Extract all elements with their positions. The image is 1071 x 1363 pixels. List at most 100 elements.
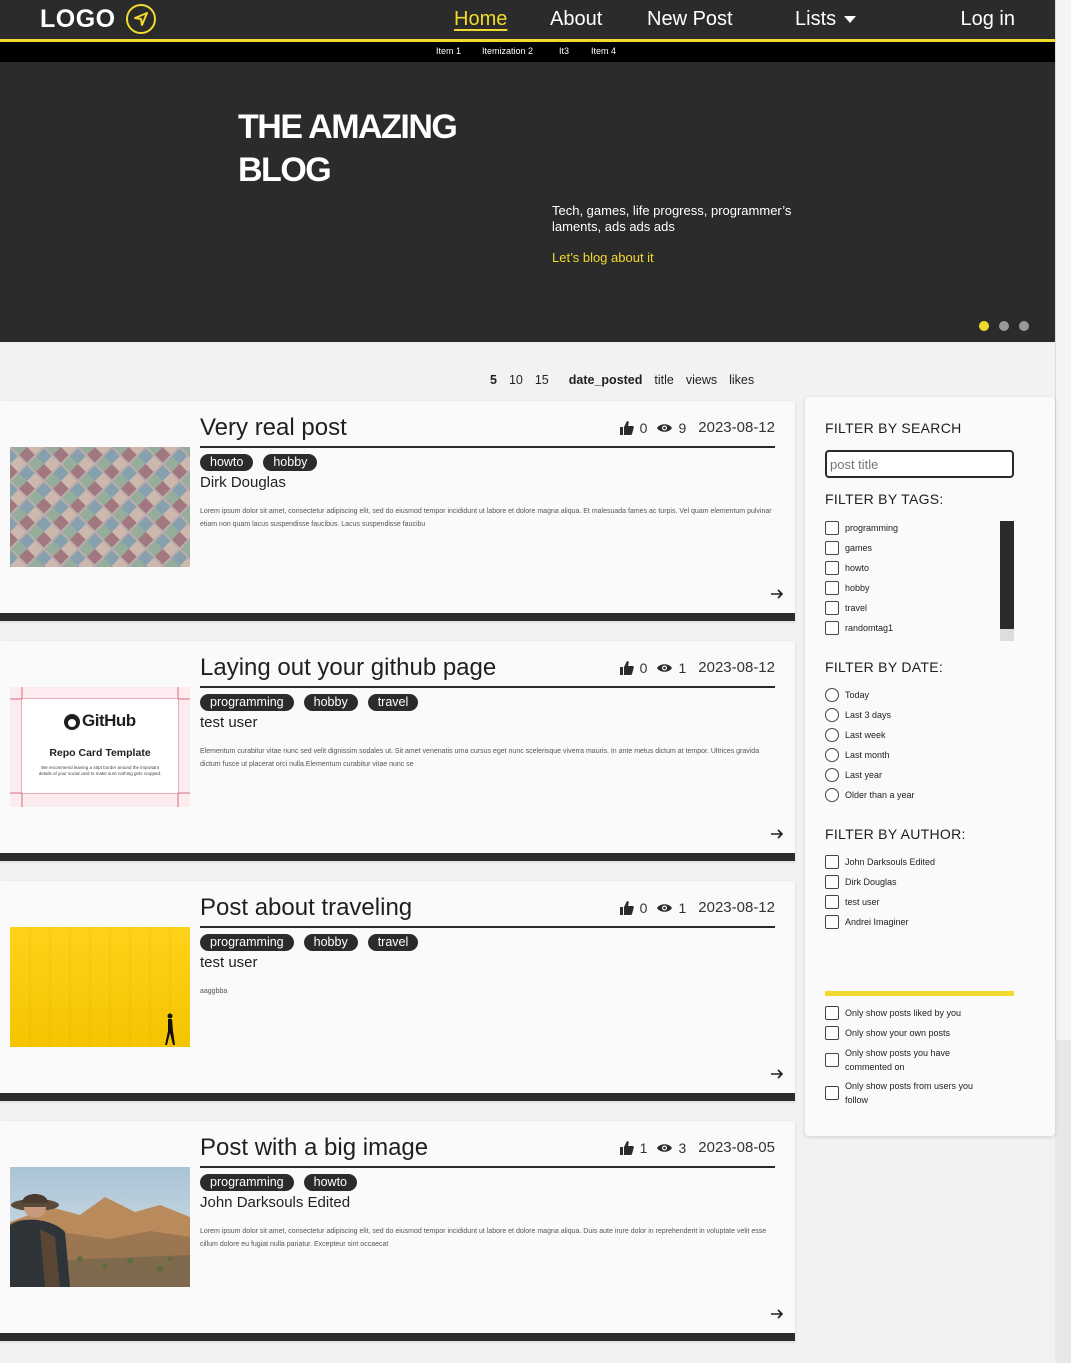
nav-lists-dropdown[interactable]: Lists bbox=[795, 8, 857, 31]
checkbox[interactable] bbox=[825, 915, 839, 929]
checkbox[interactable] bbox=[825, 1026, 839, 1040]
checkbox[interactable] bbox=[825, 561, 839, 575]
carousel-dot-1[interactable] bbox=[979, 321, 989, 331]
post-card[interactable]: Post about traveling 0 1 2023-08-12 prog… bbox=[0, 881, 795, 1101]
checkbox[interactable] bbox=[825, 621, 839, 635]
thumbs-up-icon[interactable] bbox=[619, 900, 634, 915]
post-author[interactable]: Dirk Douglas bbox=[200, 474, 286, 491]
date-radio-last-week[interactable]: Last week bbox=[825, 728, 886, 742]
nav-home[interactable]: Home bbox=[454, 8, 507, 31]
date-radio-older[interactable]: Older than a year bbox=[825, 788, 915, 802]
thumbs-up-icon[interactable] bbox=[619, 420, 634, 435]
checkbox[interactable] bbox=[825, 1006, 839, 1020]
sort-title[interactable]: title bbox=[654, 373, 673, 387]
checkbox[interactable] bbox=[825, 1053, 839, 1067]
date-radio-last-month[interactable]: Last month bbox=[825, 748, 890, 762]
subnav-item-3[interactable]: It3 bbox=[559, 46, 569, 56]
nav-about[interactable]: About bbox=[550, 8, 602, 31]
date-radio-today[interactable]: Today bbox=[825, 688, 869, 702]
subnav-item-1[interactable]: Item 1 bbox=[436, 46, 461, 56]
carousel-dot-3[interactable] bbox=[1019, 321, 1029, 331]
checkbox[interactable] bbox=[825, 521, 839, 535]
sort-date-posted[interactable]: date_posted bbox=[569, 373, 643, 387]
post-author[interactable]: test user bbox=[200, 714, 258, 731]
page-size-10[interactable]: 10 bbox=[509, 373, 523, 387]
tag-checkbox-programming[interactable]: programming bbox=[825, 521, 898, 535]
post-thumbnail-github[interactable]: GitHub Repo Card Template We recommend l… bbox=[10, 687, 190, 807]
post-thumbnail-tiles[interactable] bbox=[10, 447, 190, 567]
checkbox[interactable] bbox=[825, 895, 839, 909]
arrow-right-icon[interactable] bbox=[769, 586, 785, 602]
radio[interactable] bbox=[825, 688, 839, 702]
post-thumbnail-desert[interactable] bbox=[10, 1167, 190, 1287]
tag-chip[interactable]: hobby bbox=[263, 454, 318, 471]
tag-chip[interactable]: programming bbox=[200, 1174, 294, 1191]
tag-chip[interactable]: hobby bbox=[303, 694, 358, 711]
sort-views[interactable]: views bbox=[686, 373, 717, 387]
nav-new-post[interactable]: New Post bbox=[647, 8, 733, 31]
post-author[interactable]: test user bbox=[200, 954, 258, 971]
filter-search-heading: FILTER BY SEARCH bbox=[825, 420, 962, 436]
carousel-dot-2[interactable] bbox=[999, 321, 1009, 331]
post-author[interactable]: John Darksouls Edited bbox=[200, 1194, 350, 1211]
author-checkbox-john[interactable]: John Darksouls Edited bbox=[825, 855, 935, 869]
tag-chip[interactable]: howto bbox=[200, 454, 254, 471]
tag-checkbox-hobby[interactable]: hobby bbox=[825, 581, 870, 595]
tag-chip[interactable]: hobby bbox=[303, 934, 358, 951]
scrollbar-thumb[interactable] bbox=[1055, 0, 1071, 1040]
post-title[interactable]: Post with a big image bbox=[200, 1134, 428, 1162]
arrow-right-icon[interactable] bbox=[769, 1306, 785, 1322]
post-card[interactable]: GitHub Repo Card Template We recommend l… bbox=[0, 641, 795, 861]
sort-likes[interactable]: likes bbox=[729, 373, 754, 387]
subnav-item-2[interactable]: Itemization 2 bbox=[482, 46, 533, 56]
post-thumbnail-yellow-wall[interactable] bbox=[10, 927, 190, 1047]
page-size-15[interactable]: 15 bbox=[535, 373, 549, 387]
logo[interactable]: LOGO bbox=[40, 4, 156, 34]
checkbox[interactable] bbox=[825, 855, 839, 869]
radio[interactable] bbox=[825, 768, 839, 782]
checkbox[interactable] bbox=[825, 581, 839, 595]
search-input[interactable] bbox=[825, 450, 1014, 478]
tag-checkbox-games[interactable]: games bbox=[825, 541, 872, 555]
post-card[interactable]: Very real post 0 9 2023-08-12 howto hobb… bbox=[0, 401, 795, 621]
radio[interactable] bbox=[825, 788, 839, 802]
post-title[interactable]: Laying out your github page bbox=[200, 654, 496, 682]
author-checkbox-dirk[interactable]: Dirk Douglas bbox=[825, 875, 897, 889]
date-radio-last-3-days[interactable]: Last 3 days bbox=[825, 708, 891, 722]
checkbox[interactable] bbox=[825, 601, 839, 615]
toggle-followed-users[interactable]: Only show posts from users you follow bbox=[825, 1079, 995, 1107]
checkbox[interactable] bbox=[825, 541, 839, 555]
page-size-5[interactable]: 5 bbox=[490, 373, 497, 387]
thumbs-up-icon[interactable] bbox=[619, 660, 634, 675]
post-card[interactable]: Post with a big image 1 3 2023-08-05 pro… bbox=[0, 1121, 795, 1341]
tag-chip[interactable]: travel bbox=[367, 934, 419, 951]
checkbox[interactable] bbox=[825, 875, 839, 889]
toggle-liked-by-you[interactable]: Only show posts liked by you bbox=[825, 1006, 961, 1020]
tag-chip[interactable]: programming bbox=[200, 934, 294, 951]
tag-chip[interactable]: programming bbox=[200, 694, 294, 711]
radio[interactable] bbox=[825, 728, 839, 742]
toggle-commented-on[interactable]: Only show posts you have commented on bbox=[825, 1046, 995, 1074]
tags-scrollbar[interactable] bbox=[1000, 521, 1014, 641]
radio[interactable] bbox=[825, 708, 839, 722]
tag-checkbox-howto[interactable]: howto bbox=[825, 561, 869, 575]
checkbox[interactable] bbox=[825, 1086, 839, 1100]
tags-scrollbar-thumb[interactable] bbox=[1000, 521, 1014, 629]
radio[interactable] bbox=[825, 748, 839, 762]
hero-cta-link[interactable]: Let’s blog about it bbox=[552, 250, 654, 265]
tag-checkbox-randomtag1[interactable]: randomtag1 bbox=[825, 621, 893, 635]
subnav-item-4[interactable]: Item 4 bbox=[591, 46, 616, 56]
login-link[interactable]: Log in bbox=[961, 8, 1016, 31]
thumbs-up-icon[interactable] bbox=[619, 1140, 634, 1155]
post-title[interactable]: Very real post bbox=[200, 414, 347, 442]
date-radio-last-year[interactable]: Last year bbox=[825, 768, 882, 782]
tag-chip[interactable]: travel bbox=[367, 694, 419, 711]
arrow-right-icon[interactable] bbox=[769, 1066, 785, 1082]
arrow-right-icon[interactable] bbox=[769, 826, 785, 842]
tag-checkbox-travel[interactable]: travel bbox=[825, 601, 867, 615]
toggle-own-posts[interactable]: Only show your own posts bbox=[825, 1026, 950, 1040]
post-title[interactable]: Post about traveling bbox=[200, 894, 412, 922]
tag-chip[interactable]: howto bbox=[303, 1174, 357, 1191]
author-checkbox-test-user[interactable]: test user bbox=[825, 895, 880, 909]
author-checkbox-andrei[interactable]: Andrei Imaginer bbox=[825, 915, 909, 929]
